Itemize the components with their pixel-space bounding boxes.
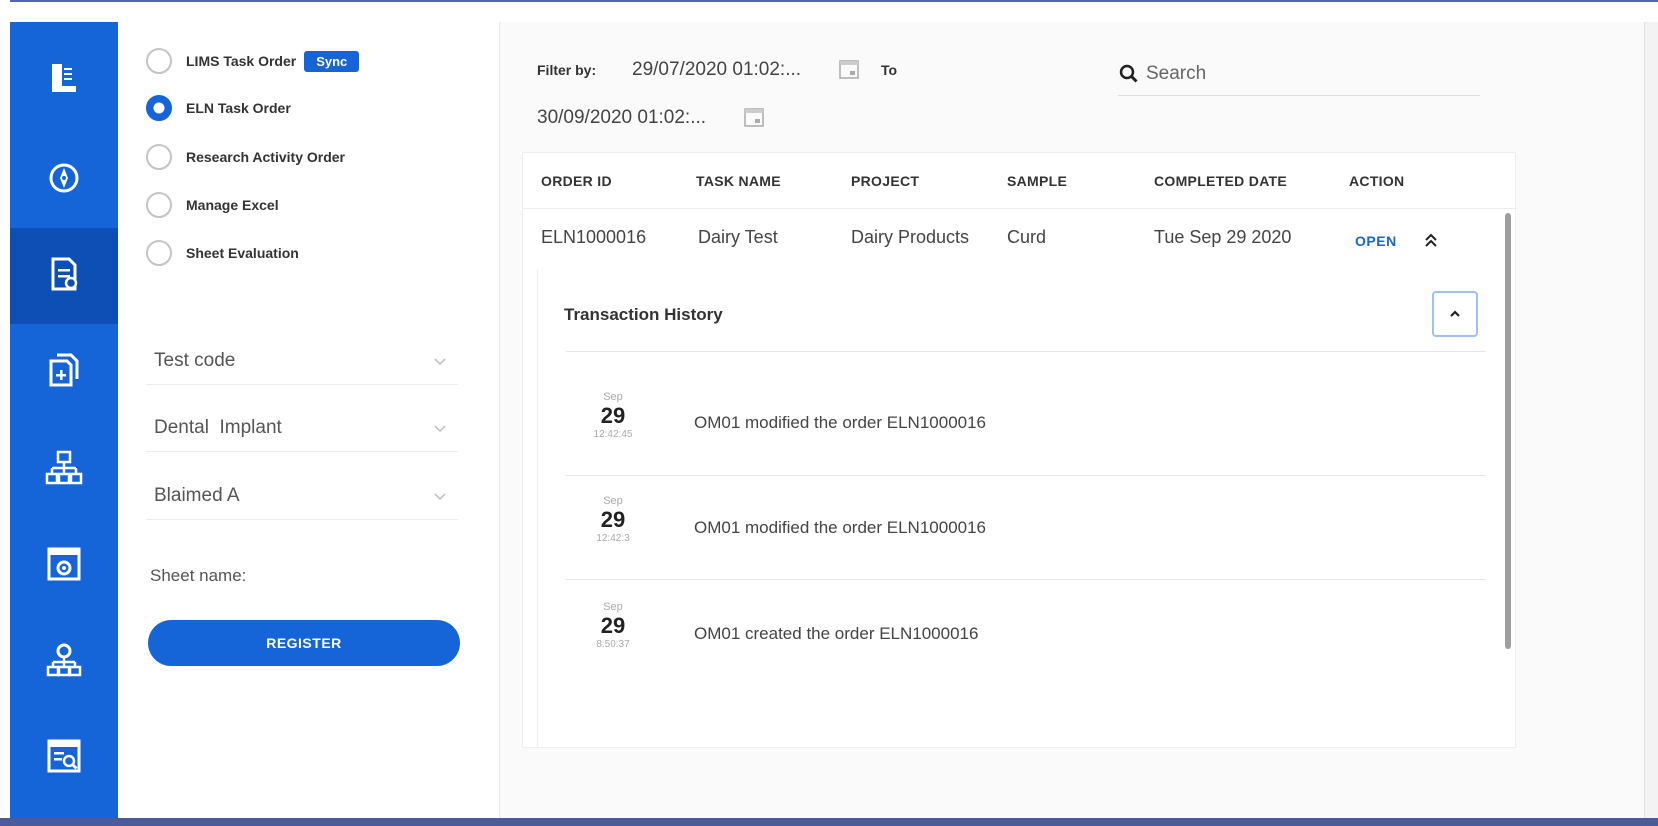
column-header: ORDER ID: [541, 173, 612, 189]
search-input[interactable]: Search: [1118, 52, 1480, 96]
sidebar-item-documents[interactable]: [10, 228, 118, 324]
radio-label: Research Activity Order: [186, 149, 345, 165]
radio-button[interactable]: [146, 48, 172, 74]
sidebar-item-reports[interactable]: [10, 710, 118, 806]
select-value: Dental Implant: [154, 416, 282, 438]
entry-time: 12:42:45: [593, 429, 633, 440]
chevron-down-icon: [434, 357, 446, 365]
radio-label: Manage Excel: [186, 197, 279, 213]
to-date-input[interactable]: 30/09/2020 01:02:...: [537, 107, 706, 129]
register-button[interactable]: REGISTER: [148, 620, 460, 666]
network-settings-icon: [44, 640, 84, 685]
logo-icon: [44, 58, 84, 103]
sample-cell: Curd: [1007, 227, 1047, 247]
window-bottom-border: [0, 818, 1658, 826]
entry-month: Sep: [603, 601, 623, 613]
radio-lims-task-order[interactable]: LIMS Task Order Sync: [146, 46, 360, 76]
compass-icon: [44, 158, 84, 203]
test-code-select[interactable]: Test code: [146, 337, 458, 385]
entry-day: 29: [600, 507, 626, 532]
radio-label: Sheet Evaluation: [186, 245, 299, 261]
entry-time: 12:42:3: [596, 533, 630, 544]
completed-date-cell: Tue Sep 29 2020: [1154, 227, 1292, 247]
radio-sheet-evaluation[interactable]: Sheet Evaluation: [146, 238, 299, 268]
document-edit-icon: [44, 254, 84, 299]
column-header: ACTION: [1349, 173, 1405, 189]
hierarchy-icon: [44, 448, 84, 493]
entry-time: 8:50:37: [596, 639, 630, 650]
divider: [566, 579, 1486, 580]
from-date-input[interactable]: 29/07/2020 01:02:...: [632, 59, 801, 81]
open-link[interactable]: OPEN: [1355, 233, 1397, 249]
report-search-icon: [44, 736, 84, 781]
main-content: Filter by: 29/07/2020 01:02:... To 30/09…: [500, 22, 1644, 818]
transaction-history-title: Transaction History: [564, 305, 723, 324]
table-header: ORDER ID TASK NAME PROJECT SAMPLE COMPLE…: [523, 153, 1517, 209]
divider: [566, 475, 1486, 476]
radio-button[interactable]: [146, 144, 172, 170]
collapse-button[interactable]: [1432, 291, 1478, 337]
column-header: COMPLETED DATE: [1154, 173, 1288, 189]
column-header: SAMPLE: [1007, 173, 1068, 189]
entry-month: Sep: [603, 495, 623, 507]
radio-manage-excel[interactable]: Manage Excel: [146, 190, 279, 220]
vertical-scrollbar[interactable]: [1505, 213, 1511, 649]
double-chevron-up-icon[interactable]: [1423, 231, 1439, 249]
history-entry: OM01 created the order ELN1000016: [694, 624, 979, 643]
entry-date: Sep 29 12:42:3: [588, 495, 638, 544]
sidebar-item-window-settings[interactable]: [10, 518, 118, 614]
window-top-border: [0, 0, 1658, 22]
entry-day: 29: [600, 613, 626, 638]
window-left-border: [0, 0, 10, 826]
order-id-cell: ELN1000016: [541, 227, 647, 247]
select-value: Test code: [154, 349, 236, 371]
history-entry: OM01 modified the order ELN1000016: [694, 413, 987, 432]
radio-eln-task-order[interactable]: ELN Task Order: [146, 93, 291, 123]
sidebar-item-network[interactable]: [10, 614, 118, 710]
sidebar: [10, 22, 118, 818]
search-placeholder: Search: [1146, 62, 1207, 84]
search-icon: [1119, 64, 1138, 83]
chevron-up-icon: [1450, 310, 1460, 317]
project-cell: Dairy Products: [851, 227, 970, 247]
transaction-history-panel: Transaction History Sep 29 12:42:45 OM01…: [537, 269, 1499, 747]
to-label: To: [881, 62, 898, 78]
filter-label: Filter by:: [537, 62, 597, 78]
settings-window-icon: [44, 544, 84, 589]
sidebar-item-hierarchy[interactable]: [10, 422, 118, 518]
select-value: Blaimed A: [154, 484, 240, 506]
sidebar-item-home[interactable]: [10, 32, 118, 128]
table-row[interactable]: ELN1000016 Dairy Test Dairy Products Cur…: [523, 209, 1517, 269]
entry-month: Sep: [603, 391, 623, 403]
entry-day: 29: [600, 403, 626, 428]
column-header: TASK NAME: [696, 173, 781, 189]
sidebar-item-compass[interactable]: [10, 132, 118, 228]
radio-label: ELN Task Order: [186, 100, 291, 116]
radio-button[interactable]: [146, 240, 172, 266]
radio-button[interactable]: [146, 192, 172, 218]
order-type-panel: LIMS Task Order Sync ELN Task Order Rese…: [118, 22, 500, 818]
window-right-strip: [1644, 22, 1658, 826]
sample-select[interactable]: Blaimed A: [146, 472, 458, 520]
calendar-icon[interactable]: [838, 58, 860, 80]
entry-date: Sep 29 12:42:45: [588, 391, 638, 440]
sheet-name-label: Sheet name:: [150, 566, 247, 585]
column-header: PROJECT: [851, 173, 920, 189]
entry-date: Sep 29 8:50:37: [588, 601, 638, 650]
sidebar-item-add-document[interactable]: [10, 324, 118, 420]
radio-research-activity-order[interactable]: Research Activity Order: [146, 142, 345, 172]
radio-button-checked[interactable]: [146, 95, 172, 121]
history-entry: OM01 modified the order ELN1000016: [694, 518, 987, 537]
task-name-cell: Dairy Test: [698, 227, 778, 247]
document-add-icon: [44, 350, 84, 395]
orders-table: ORDER ID TASK NAME PROJECT SAMPLE COMPLE…: [522, 152, 1517, 748]
sync-button[interactable]: Sync: [304, 50, 360, 72]
project-select[interactable]: Dental Implant: [146, 404, 458, 452]
radio-label: LIMS Task Order: [186, 53, 297, 69]
chevron-down-icon: [434, 492, 446, 500]
divider: [566, 351, 1486, 352]
calendar-icon[interactable]: [743, 106, 765, 128]
chevron-down-icon: [434, 424, 446, 432]
